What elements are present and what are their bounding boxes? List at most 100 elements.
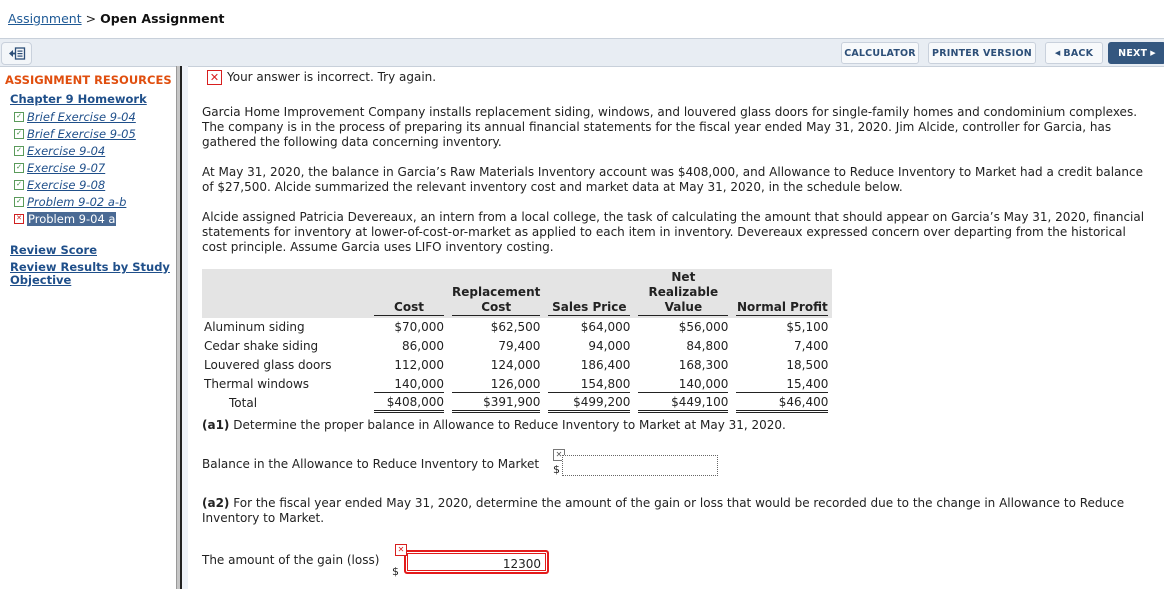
a1-balance-input[interactable] [562,455,718,476]
row-label: Thermal windows [204,377,310,391]
check-icon: ✓ [14,128,24,139]
toolbar: CALCULATOR PRINTER VERSION ◀ BACK NEXT ▶ [0,38,1164,67]
table-row: Cedar shake siding 86,000 79,400 94,000 84,8… [202,337,832,356]
question-a2-tag: (a2) [202,496,230,510]
back-arrow-icon: ◀ [1054,49,1061,57]
header-cost: Cost [370,269,448,318]
row-label: Cedar shake siding [204,339,319,353]
sidebar-item-list: ✓ Brief Exercise 9-04 ✓ Brief Exercise 9-0… [14,108,136,227]
table-cell: 7,400 [794,339,829,353]
sidebar-item-label[interactable]: Exercise 9-08 [27,178,105,192]
table-cell: 124,000 [490,358,541,372]
check-icon: ✓ [14,111,24,122]
table-row: Louvered glass doors 112,000 124,000 186,40… [202,356,832,375]
table-cell: 168,300 [678,358,729,372]
review-score-link[interactable]: Review Score [10,244,97,257]
row-label: Aluminum siding [204,320,305,334]
inventory-table: Cost Replacement Cost Sales Price Net Rea… [202,269,833,413]
check-icon: ✓ [14,179,24,190]
table-cell: $70,000 [394,320,444,334]
table-cell: 94,000 [588,339,631,353]
sidebar-item-brief-exercise-9-05[interactable]: ✓ Brief Exercise 9-05 [14,125,136,142]
table-cell: 84,800 [686,339,729,353]
back-button[interactable]: ◀ BACK [1045,42,1103,64]
sidebar-item-label: Problem 9-04 a [27,211,117,226]
table-cell: 140,000 [370,375,448,394]
header-normal-profit: Normal Profit [732,269,833,318]
a1-currency: $ [553,463,560,476]
total-cell: $449,100 [634,394,732,413]
header-replacement-cost: Replacement Cost [448,269,545,318]
table-cell: 79,400 [498,339,541,353]
chapter-link[interactable]: Chapter 9 Homework [10,92,147,106]
table-cell: 15,400 [732,375,832,394]
table-cell: $64,000 [580,320,631,334]
content-gutter [182,66,188,589]
incorrect-x-icon: ✕ [207,70,222,85]
printer-version-button[interactable]: PRINTER VERSION [928,42,1036,64]
table-cell: $5,100 [786,320,829,334]
table-total-row: Total $408,000 $391,900 $499,200 $449,100 $46… [202,394,832,413]
calculator-button[interactable]: CALCULATOR [841,42,919,64]
sidebar-item-label[interactable]: Exercise 9-04 [27,144,105,158]
header-net-realizable-value: Net Realizable Value [634,269,733,318]
table-cell: $62,500 [490,320,541,334]
a2-answer-label: The amount of the gain (loss) [202,553,380,567]
sidebar-item-label[interactable]: Problem 9-02 a-b [27,195,126,209]
check-icon: ✓ [14,162,24,173]
a2-currency: $ [392,565,399,578]
result-banner: ✕ Your answer is incorrect. Try again. [207,70,436,85]
table-cell: 86,000 [402,339,444,353]
total-label: Total [229,396,258,410]
back-label: BACK [1063,47,1094,59]
toggle-sidebar-button[interactable] [1,42,32,65]
a2-gain-loss-input[interactable]: 12300 [404,550,549,574]
table-cell: $56,000 [678,320,729,334]
collapse-sidebar-icon [8,47,25,60]
table-cell: 18,500 [786,358,829,372]
sidebar-item-label[interactable]: Brief Exercise 9-05 [27,127,136,141]
problem-paragraph-2: At May 31, 2020, the balance in Garcia’s… [202,165,1143,194]
next-button[interactable]: NEXT ▶ [1108,42,1164,64]
check-icon: ✓ [14,196,24,207]
total-cell: $46,400 [732,394,832,413]
calculator-label: CALCULATOR [844,47,916,59]
question-a1-tag: (a1) [202,418,230,432]
breadcrumb: Assignment > Open Assignment [8,11,224,26]
table-row: Thermal windows 140,000 126,000 154,800 140,… [202,375,832,394]
sidebar-item-brief-exercise-9-04[interactable]: ✓ Brief Exercise 9-04 [14,108,136,125]
printer-version-label: PRINTER VERSION [932,47,1032,59]
problem-paragraph-1: Garcia Home Improvement Company installs… [202,105,1138,149]
table-cell: 140,000 [634,375,732,394]
sidebar-item-exercise-9-04[interactable]: ✓ Exercise 9-04 [14,142,136,159]
table-cell: 154,800 [544,375,634,394]
total-cell: $499,200 [544,394,634,413]
sidebar-item-label[interactable]: Brief Exercise 9-04 [27,110,136,124]
table-cell: 186,400 [580,358,631,372]
review-results-link[interactable]: Review Results by Study Objective [10,261,170,287]
question-a2-text: For the fiscal year ended May 31, 2020, … [202,496,1125,525]
table-cell: 112,000 [394,358,444,372]
next-label: NEXT [1118,47,1148,59]
header-item [202,269,370,318]
next-arrow-icon: ▶ [1150,49,1156,57]
breadcrumb-separator: > [85,11,97,26]
incorrect-x-icon: ✕ [395,544,407,556]
header-sales-price: Sales Price [544,269,635,318]
row-label: Louvered glass doors [204,358,332,372]
sidebar-item-exercise-9-08[interactable]: ✓ Exercise 9-08 [14,176,136,193]
breadcrumb-current: Open Assignment [100,11,225,26]
table-header-row: Cost Replacement Cost Sales Price Net Rea… [202,269,833,318]
a1-answer-label: Balance in the Allowance to Reduce Inven… [202,457,540,471]
result-message: Your answer is incorrect. Try again. [227,70,437,84]
sidebar-item-problem-9-04[interactable]: ✕ Problem 9-04 a [14,210,136,227]
problem-paragraph-3: Alcide assigned Patricia Devereaux, an i… [202,210,1145,254]
sidebar-item-label[interactable]: Exercise 9-07 [27,161,105,175]
total-cell: $391,900 [448,394,544,413]
sidebar-item-exercise-9-07[interactable]: ✓ Exercise 9-07 [14,159,136,176]
table-cell: 126,000 [448,375,544,394]
sidebar-item-problem-9-02[interactable]: ✓ Problem 9-02 a-b [14,193,136,210]
incorrect-x-icon: ✕ [14,213,24,224]
sidebar: ASSIGNMENT RESOURCES Chapter 9 Homework … [0,66,176,589]
breadcrumb-assignment-link[interactable]: Assignment [8,11,82,26]
